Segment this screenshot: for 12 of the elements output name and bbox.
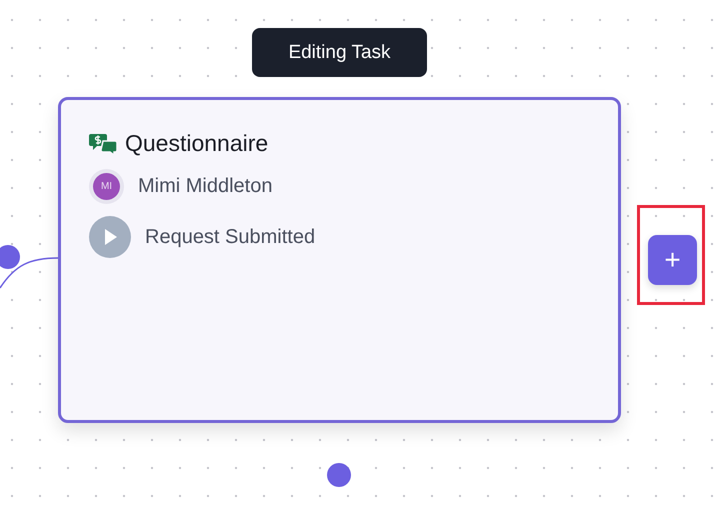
status-text: Request Submitted — [145, 226, 316, 248]
node-title: Questionnaire — [125, 130, 268, 157]
connector-line — [0, 257, 58, 288]
assignee-name: Mimi Middleton — [138, 175, 272, 198]
connection-handle[interactable] — [0, 245, 20, 269]
play-icon — [89, 216, 131, 258]
add-button[interactable]: + — [648, 235, 697, 285]
task-node[interactable]: Questionnaire MI Mimi Middleton Request Submitted — [58, 97, 621, 423]
connection-handle[interactable] — [327, 463, 351, 487]
tooltip: Editing Task — [252, 28, 427, 77]
avatar: MI — [89, 169, 124, 204]
chat-money-icon — [89, 132, 117, 156]
